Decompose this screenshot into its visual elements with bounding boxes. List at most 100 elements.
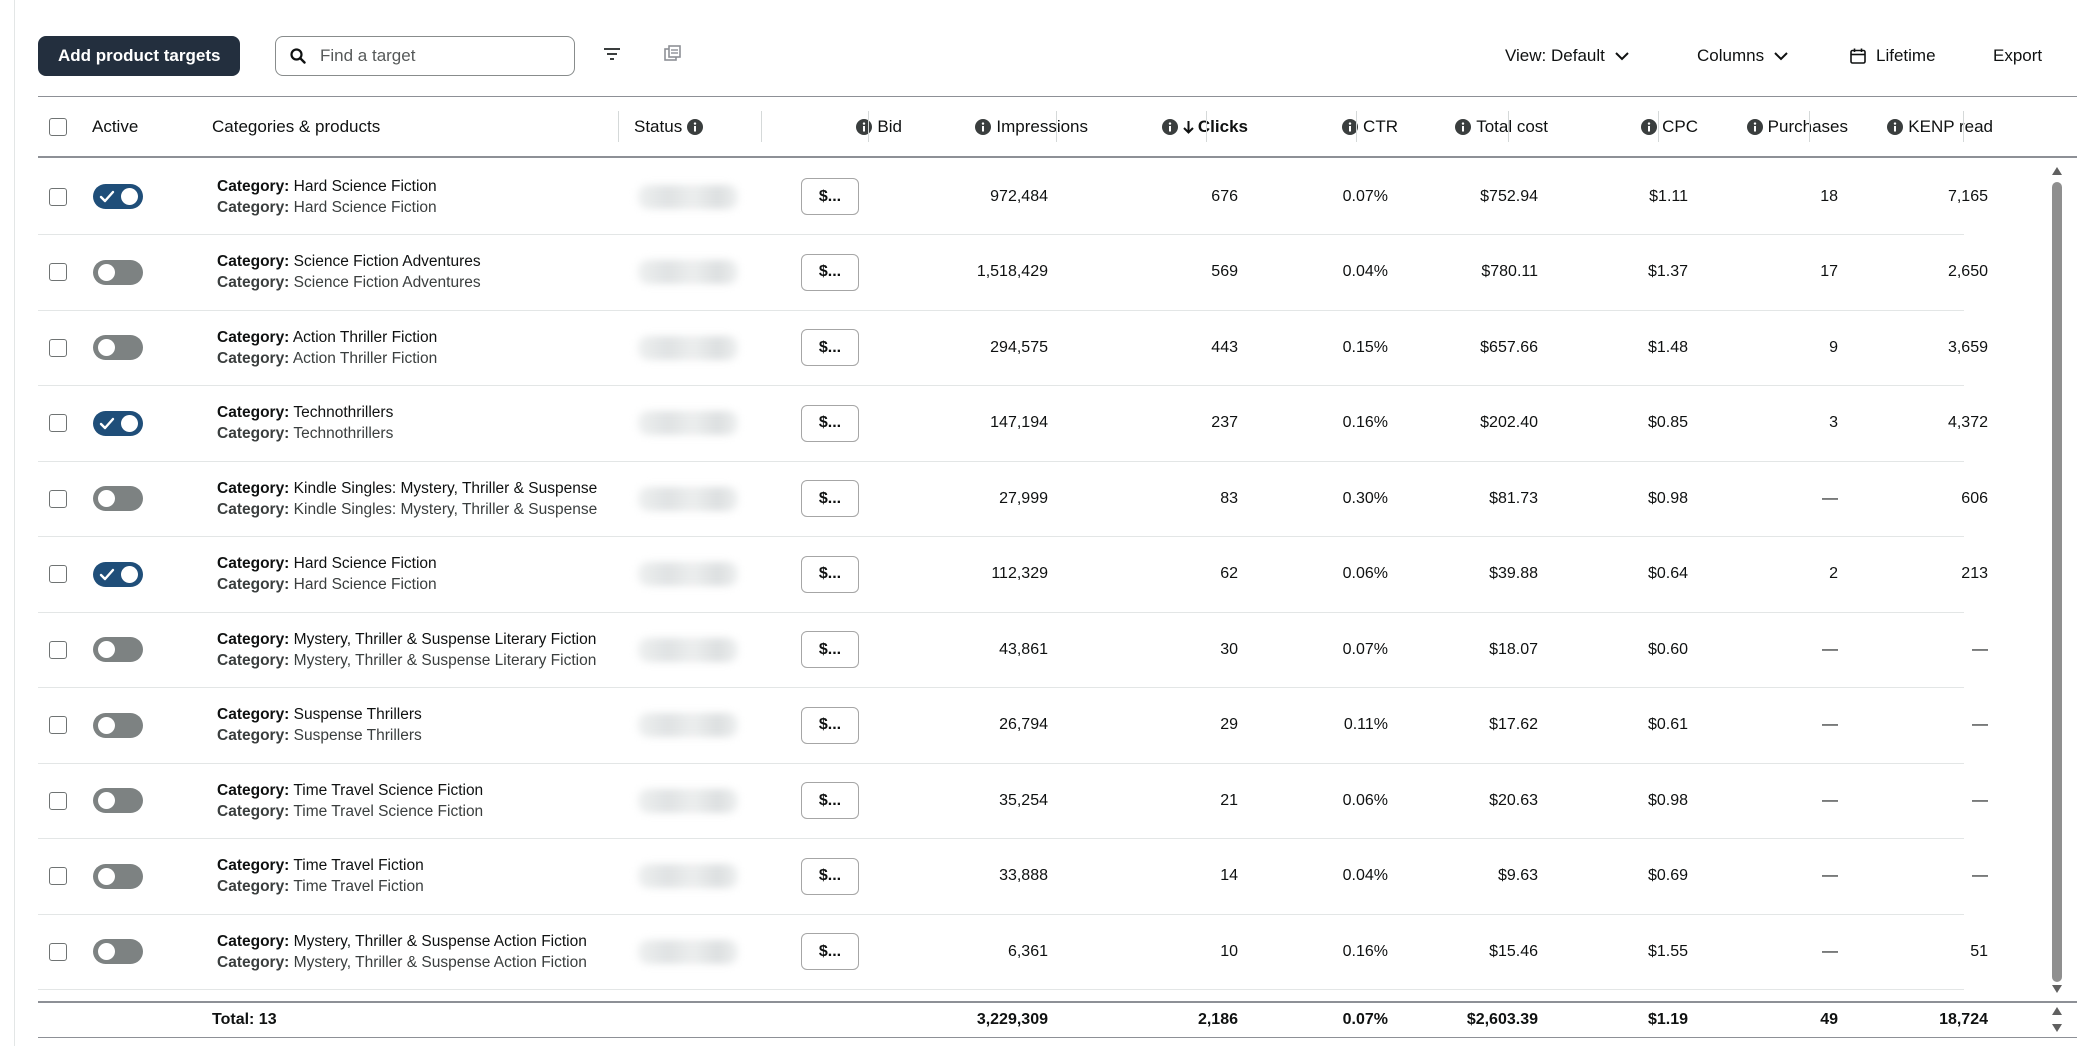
scrollbar-thumb[interactable] [2052,182,2062,982]
row-checkbox[interactable] [49,612,67,687]
view-dropdown[interactable]: View: Default [1505,36,1629,76]
active-toggle[interactable] [93,788,143,813]
active-toggle[interactable] [93,184,143,209]
active-toggle[interactable] [93,637,143,662]
row-checkbox[interactable] [49,839,67,914]
row-active-toggle[interactable] [93,461,143,536]
bid-input[interactable]: $... [801,329,859,366]
row-checkbox[interactable] [49,386,67,461]
cell-clicks: 21 [1220,791,1238,809]
header-total-cost[interactable]: Total cost [1388,97,1548,156]
row-checkbox[interactable] [49,914,67,989]
bulk-edit-icon[interactable] [664,45,682,63]
active-toggle[interactable] [93,712,143,738]
info-icon[interactable] [1887,118,1904,135]
header-kenp[interactable]: KENP read [1838,97,1993,156]
header-impressions[interactable]: Impressions [898,97,1088,156]
row-active-toggle[interactable] [93,688,143,763]
active-toggle[interactable] [93,486,143,511]
header-ctr[interactable]: CTR [1238,97,1398,156]
info-icon[interactable] [1455,118,1472,135]
info-icon[interactable] [687,118,704,135]
row-active-toggle[interactable] [93,537,143,612]
bid-cell: $... [801,688,859,763]
filter-icon[interactable] [603,45,621,63]
active-toggle[interactable] [93,335,143,360]
category-line: Category: Action Thriller Fiction [217,328,438,346]
row-checkbox[interactable] [49,461,67,536]
columns-dropdown[interactable]: Columns [1697,36,1788,76]
column-divider [868,111,869,142]
bid-input[interactable]: $... [801,706,859,744]
active-toggle[interactable] [93,939,143,964]
row-checkbox[interactable] [49,537,67,612]
checkmark-icon [99,190,115,203]
row-active-toggle[interactable] [93,386,143,461]
search-input[interactable] [318,45,542,67]
page-left-border [14,0,15,1046]
header-status[interactable]: Status [634,97,708,156]
bid-input[interactable]: $... [801,631,859,668]
scroll-up-arrow-icon[interactable] [2051,1006,2063,1016]
vertical-scrollbar[interactable] [2048,160,2066,1000]
category-cell: Category: Kindle Singles: Mystery, Thril… [217,461,597,536]
info-icon[interactable] [1641,118,1658,135]
cell-purchases: — [1822,791,1838,809]
header-bid[interactable]: Bid [762,97,902,156]
header-bottom-rule [38,156,2077,158]
cell-ctr: 0.15% [1342,338,1388,356]
category-line: Category: Kindle Singles: Mystery, Thril… [217,500,598,518]
active-toggle[interactable] [93,863,143,889]
info-icon[interactable] [856,118,873,135]
header-purchases[interactable]: Purchases [1688,97,1848,156]
bid-input[interactable]: $... [801,404,859,442]
bid-input[interactable]: $... [801,480,859,517]
row-active-toggle[interactable] [93,914,143,989]
bid-input[interactable]: $... [801,555,859,593]
category-cell: Category: Science Fiction Adventures Cate… [217,235,481,310]
select-all-checkbox[interactable] [49,97,67,156]
category-line: Category: Kindle Singles: Mystery, Thril… [217,479,598,497]
info-icon[interactable] [1161,118,1178,135]
bid-input[interactable]: $... [801,782,859,819]
add-product-targets-button[interactable]: Add product targets [38,36,241,76]
bid-input[interactable]: $... [801,178,859,215]
cell-kenp: 7,165 [1947,187,1988,205]
row-active-toggle[interactable] [93,235,143,310]
scroll-up-arrow-icon[interactable] [2051,166,2063,176]
scroll-down-arrow-icon[interactable] [2051,1023,2063,1033]
header-clicks[interactable]: Clicks [1088,97,1248,156]
calendar-icon [1850,48,1866,64]
row-checkbox[interactable] [49,235,67,310]
active-toggle[interactable] [93,410,143,436]
bid-input[interactable]: $... [801,933,859,970]
header-active[interactable]: Active [92,97,138,156]
row-checkbox[interactable] [49,159,67,234]
row-active-toggle[interactable] [93,310,143,385]
category-cell: Category: Mystery, Thriller & Suspense L… [217,612,596,687]
row-checkbox[interactable] [49,310,67,385]
row-active-toggle[interactable] [93,839,143,914]
bid-input[interactable]: $... [801,253,859,291]
header-cpc[interactable]: CPC [1538,97,1698,156]
row-active-toggle[interactable] [93,763,143,838]
date-range-button[interactable]: Lifetime [1850,36,1936,76]
total-cost: $2,603.39 [1466,1011,1538,1028]
row-active-toggle[interactable] [93,159,143,234]
row-active-toggle[interactable] [93,612,143,687]
bid-input[interactable]: $... [801,857,859,895]
header-categories[interactable]: Categories & products [212,97,380,156]
row-checkbox[interactable] [49,688,67,763]
info-icon[interactable] [1746,118,1763,135]
export-button[interactable]: Export [1993,36,2042,76]
active-toggle[interactable] [93,561,143,587]
footer-scrollbar[interactable] [2048,1002,2066,1038]
active-toggle[interactable] [93,259,143,285]
column-divider [1056,111,1057,142]
scroll-down-arrow-icon[interactable] [2051,984,2063,994]
total-purchases: 49 [1820,1011,1838,1028]
info-icon[interactable] [975,118,992,135]
status-cell [638,763,738,838]
search-box[interactable] [275,36,575,76]
row-checkbox[interactable] [49,763,67,838]
